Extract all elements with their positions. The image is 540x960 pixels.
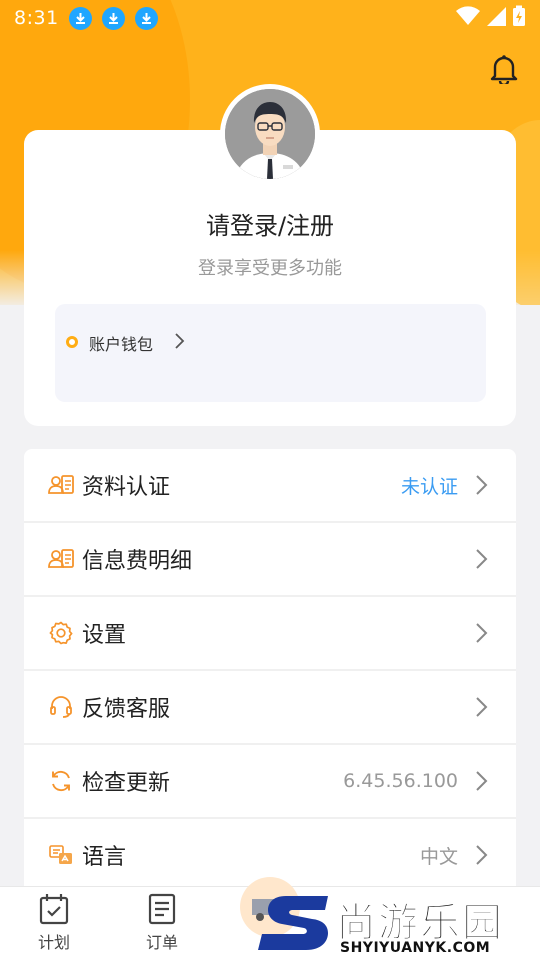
download-icon [134, 6, 158, 30]
wifi-icon [456, 6, 480, 30]
refresh-icon [48, 768, 74, 794]
id-card-icon [48, 546, 74, 572]
headset-icon [48, 694, 74, 720]
chevron-right-icon [474, 769, 492, 793]
chevron-right-icon [474, 473, 492, 497]
verification-status: 未认证 [400, 475, 458, 498]
download-icon [68, 6, 92, 30]
current-language: 中文 [419, 845, 458, 868]
document-icon [132, 893, 192, 925]
status-bar: 8:31 [0, 0, 540, 36]
settings-menu: 资料认证 未认证 信息费明细 设置 反馈客服 检查更新 6.45.56.100 … [24, 449, 516, 893]
bell-icon[interactable] [490, 54, 518, 87]
menu-item-label: 资料认证 [82, 475, 171, 500]
menu-item-label: 设置 [82, 623, 127, 648]
download-icon [101, 6, 125, 30]
gear-icon [48, 620, 74, 646]
menu-item-label: 检查更新 [82, 771, 171, 796]
chevron-right-icon [474, 547, 492, 571]
app-version: 6.45.56.100 [343, 770, 458, 792]
login-register-link[interactable]: 请登录/注册 [24, 206, 516, 241]
menu-item-label: 语言 [82, 845, 127, 870]
chevron-right-icon[interactable] [173, 332, 185, 354]
tab-label: 计划 [37, 933, 70, 952]
status-time: 8:31 [14, 7, 59, 29]
chevron-right-icon [474, 695, 492, 719]
menu-item-label: 反馈客服 [82, 697, 171, 722]
login-subtitle: 登录享受更多功能 [198, 258, 342, 279]
wallet-link[interactable]: 账户钱包 [89, 331, 153, 355]
menu-item-settings[interactable]: 设置 [24, 597, 516, 671]
wallet-panel: 账户钱包 [55, 304, 486, 402]
id-card-icon [48, 472, 74, 498]
chevron-right-icon [474, 621, 492, 645]
menu-item-fee-details[interactable]: 信息费明细 [24, 523, 516, 597]
watermark-logo-icon [258, 896, 328, 950]
cell-signal-icon [486, 6, 506, 30]
tab-plan[interactable]: 计划 [24, 893, 84, 953]
menu-item-verification[interactable]: 资料认证 未认证 [24, 449, 516, 523]
menu-item-check-update[interactable]: 检查更新 6.45.56.100 [24, 745, 516, 819]
menu-item-customer-service[interactable]: 反馈客服 [24, 671, 516, 745]
battery-charging-icon [512, 5, 526, 31]
tab-label: 订单 [145, 933, 178, 952]
watermark-url: SHYIYUANYK.COM [340, 940, 491, 956]
chevron-right-icon [474, 843, 492, 867]
language-icon [48, 842, 74, 868]
avatar[interactable] [220, 84, 320, 184]
wallet-dot-icon [66, 336, 78, 348]
menu-item-label: 信息费明细 [82, 549, 193, 574]
watermark: 尚游乐园 SHYIYUANYK.COM [258, 888, 540, 960]
tab-orders[interactable]: 订单 [132, 893, 192, 953]
calendar-check-icon [24, 893, 84, 925]
